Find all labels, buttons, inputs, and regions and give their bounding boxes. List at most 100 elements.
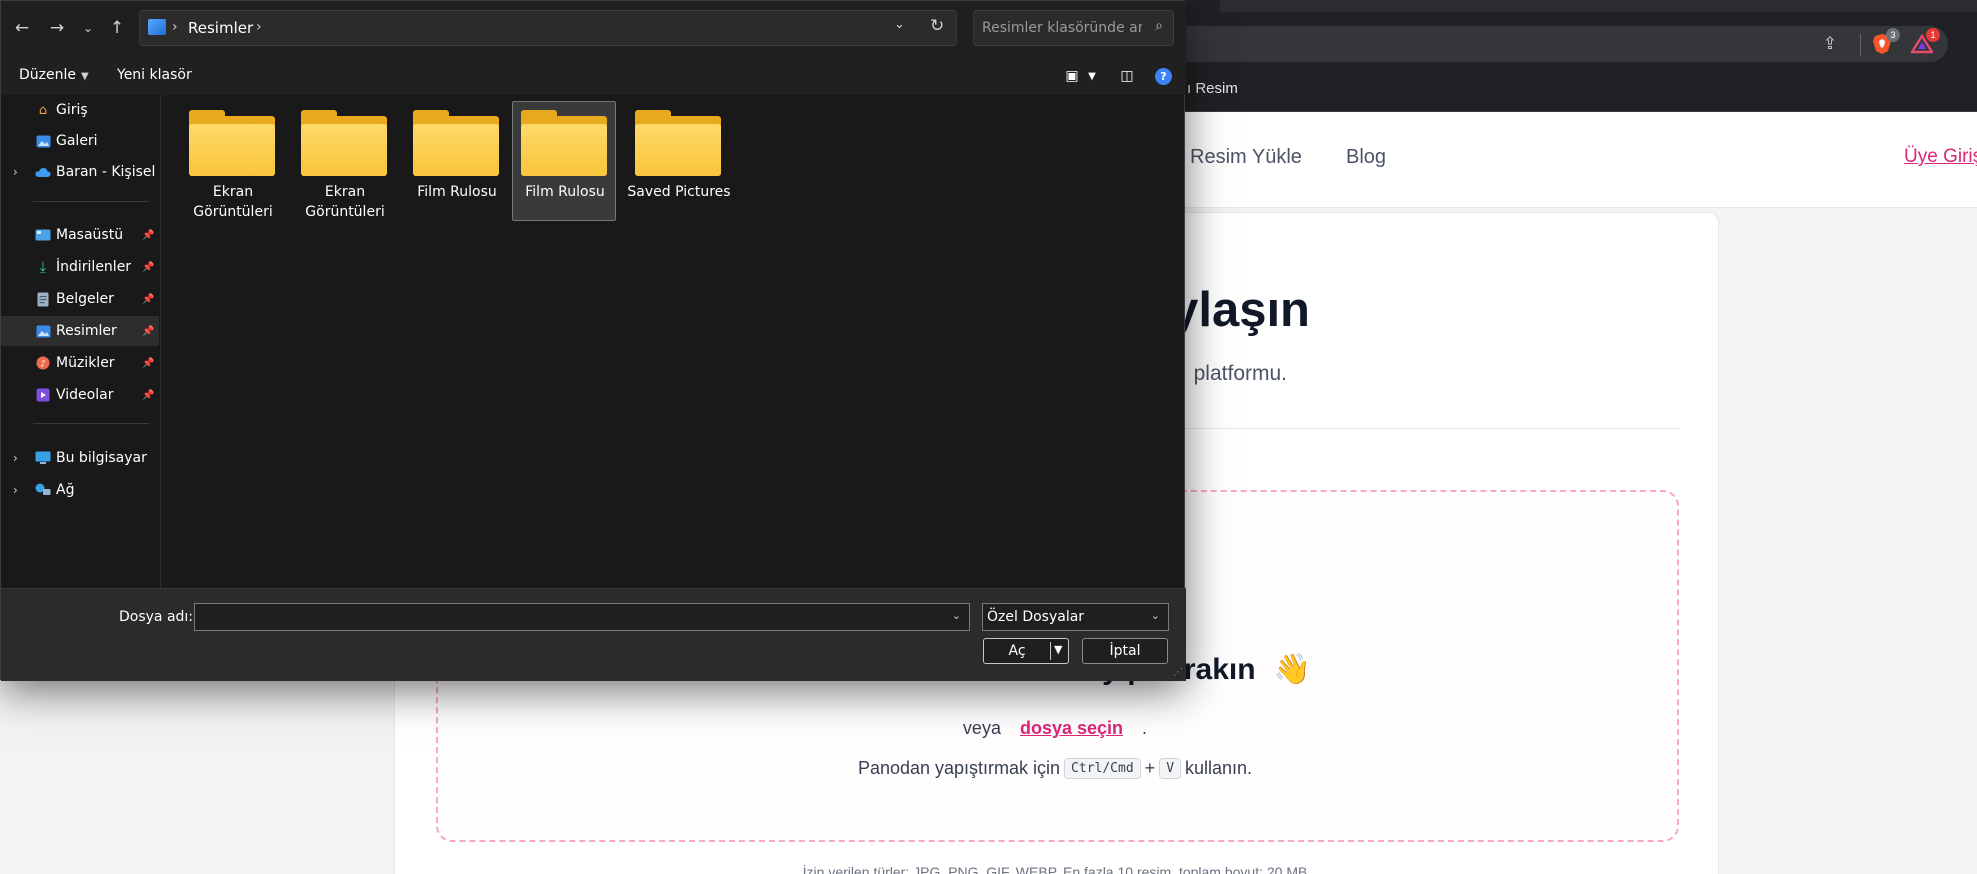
filetype-value: Özel Dosyalar (987, 609, 1085, 625)
nav-item-documents[interactable]: Belgeler 📌 (1, 284, 159, 314)
cancel-button[interactable]: İptal (1082, 638, 1168, 664)
nav-item-videos[interactable]: Videolar 📌 (1, 380, 159, 410)
brave-rewards-icon[interactable]: 1 (1910, 28, 1940, 56)
recent-locations-button[interactable]: ⌄ (75, 15, 101, 41)
network-shape (35, 483, 51, 495)
organize-button[interactable]: Düzenle ▼ (19, 67, 89, 83)
help-icon[interactable]: ? (1155, 68, 1172, 85)
open-button[interactable]: Aç ▼ (983, 638, 1069, 664)
filename-combobox[interactable]: ⌄ (194, 603, 970, 631)
brave-shields-count: 3 (1886, 28, 1900, 42)
nav-item-home[interactable]: ⌂ Giriş (1, 95, 159, 125)
nav-blog-link[interactable]: Blog (1346, 146, 1386, 169)
nav-item-pictures[interactable]: Resimler 📌 (1, 316, 159, 346)
dialog-search-box[interactable]: ⌕ (973, 10, 1174, 46)
nav-item-desktop[interactable]: Masaüstü 📌 (1, 220, 159, 250)
expand-chevron-icon[interactable]: › (13, 483, 18, 497)
up-button[interactable]: ↑ (104, 15, 130, 41)
open-options-chevron-icon[interactable]: ▼ (1054, 643, 1062, 656)
view-options-caret-icon[interactable]: ▼ (1083, 67, 1101, 85)
nav-item-label: Resimler (56, 323, 117, 339)
folder-name: Film Rulosu (417, 184, 497, 200)
music-shape: ♪ (36, 356, 50, 370)
network-icon (35, 482, 51, 498)
preview-pane-icon[interactable]: ◫ (1118, 67, 1136, 85)
paste-hint: Panodan yapıştırmak için Ctrl/Cmd + V ku… (858, 758, 1252, 779)
paste-prefix: Panodan yapıştırmak için (857, 758, 1061, 778)
search-icon[interactable]: ⌕ (1155, 18, 1163, 34)
nav-item-downloads[interactable]: ⤓ İndirilenler 📌 (1, 252, 159, 282)
filename-input[interactable] (201, 608, 941, 626)
nav-item-onedrive[interactable]: › Baran - Kişisel (1, 157, 159, 187)
nav-separator (33, 201, 149, 202)
expand-chevron-icon[interactable]: › (13, 451, 18, 465)
folder-item[interactable]: Ekran Görüntüleri (180, 101, 284, 221)
pin-icon[interactable]: 📌 (142, 294, 154, 305)
folder-icon (301, 110, 387, 176)
nav-item-this-pc[interactable]: › Bu bilgisayar (1, 443, 159, 473)
dialog-address-row: ← → ⌄ ↑ › Resimler › ⌄ ↻ ⌕ (1, 1, 1186, 57)
dialog-address-bar[interactable]: › Resimler › ⌄ ↻ (139, 10, 957, 46)
folder-name: Saved Pictures (627, 184, 731, 200)
address-dropdown-icon[interactable]: ⌄ (894, 17, 905, 32)
pin-icon[interactable]: 📌 (142, 390, 154, 401)
document-shape (37, 292, 49, 306)
browser-tab-area[interactable] (1220, 0, 1977, 12)
share-icon[interactable]: ⇪ (1818, 32, 1842, 56)
folder-item-selected[interactable]: Film Rulosu (512, 101, 616, 221)
paste-suffix: kullanın. (1185, 758, 1253, 778)
search-input[interactable] (982, 17, 1142, 39)
nav-item-label: Masaüstü (56, 227, 124, 243)
nav-upload-link[interactable]: Resim Yükle (1190, 146, 1302, 169)
pin-icon[interactable]: 📌 (142, 230, 154, 241)
folder-item[interactable]: Saved Pictures (626, 101, 731, 221)
nav-login-link[interactable]: Üye Giriş (1904, 146, 1977, 168)
breadcrumb-chevron-icon[interactable]: › (256, 19, 262, 35)
new-folder-button[interactable]: Yeni klasör (117, 67, 192, 83)
computer-icon (35, 450, 51, 466)
rewards-count: 1 (1926, 28, 1940, 42)
nav-item-network[interactable]: › Ağ (1, 475, 159, 505)
pictures-location-icon (148, 19, 166, 35)
nav-item-music[interactable]: ♪ Müzikler 📌 (1, 348, 159, 378)
caret-down-icon: ▼ (81, 71, 89, 82)
breadcrumb-pictures[interactable]: Resimler (188, 19, 253, 37)
filename-label: Dosya adı: (119, 609, 194, 625)
choose-file-link[interactable]: dosya seçin (1020, 718, 1123, 738)
pin-icon[interactable]: 📌 (142, 326, 154, 337)
nav-item-label: Videolar (56, 387, 114, 403)
cloud-icon (35, 164, 51, 180)
nav-item-label: Müzikler (56, 355, 115, 371)
nav-item-label: Baran - Kişisel (56, 164, 156, 180)
forward-button[interactable]: → (44, 15, 70, 41)
pictures-icon (35, 323, 51, 339)
desktop-icon (35, 227, 51, 243)
filetype-select[interactable]: Özel Dosyalar ⌄ (982, 603, 1169, 631)
svg-text:♪: ♪ (40, 360, 46, 370)
chevron-down-icon[interactable]: ⌄ (1151, 609, 1160, 622)
nav-item-label: İndirilenler (56, 259, 132, 275)
pin-icon[interactable]: 📌 (142, 358, 154, 369)
dialog-footer: Dosya adı: ⌄ Özel Dosyalar ⌄ Aç ▼ İptal … (1, 588, 1186, 681)
pin-icon[interactable]: 📌 (142, 262, 154, 273)
nav-item-gallery[interactable]: Galeri (1, 126, 159, 156)
documents-icon (35, 291, 51, 307)
hero-subtitle: platformu. (1193, 362, 1287, 385)
brave-shields-icon[interactable]: 3 (1870, 28, 1900, 56)
breadcrumb-chevron-icon[interactable]: › (172, 19, 178, 35)
folder-icon (635, 110, 721, 176)
folder-item[interactable]: Ekran Görüntüleri (292, 101, 396, 221)
kbd-ctrl: Ctrl/Cmd (1064, 758, 1141, 779)
refresh-icon[interactable]: ↻ (930, 16, 944, 36)
folder-item[interactable]: Film Rulosu (404, 101, 508, 221)
view-options-icon[interactable]: ▣ (1063, 67, 1081, 85)
nav-item-label: Galeri (56, 133, 98, 149)
back-button[interactable]: ← (9, 15, 35, 41)
nav-item-label: Giriş (56, 102, 88, 118)
chevron-down-icon[interactable]: ⌄ (952, 609, 961, 622)
allowed-types-text: İzin verilen türler: JPG, PNG, GIF, WEBP… (802, 864, 1308, 874)
dialog-command-bar: Düzenle ▼ Yeni klasör ▣ ▼ ◫ ? (1, 57, 1186, 95)
pictures-shape (36, 325, 50, 337)
expand-chevron-icon[interactable]: › (13, 165, 18, 179)
resize-grip-icon[interactable]: ⋰ (1173, 667, 1183, 678)
